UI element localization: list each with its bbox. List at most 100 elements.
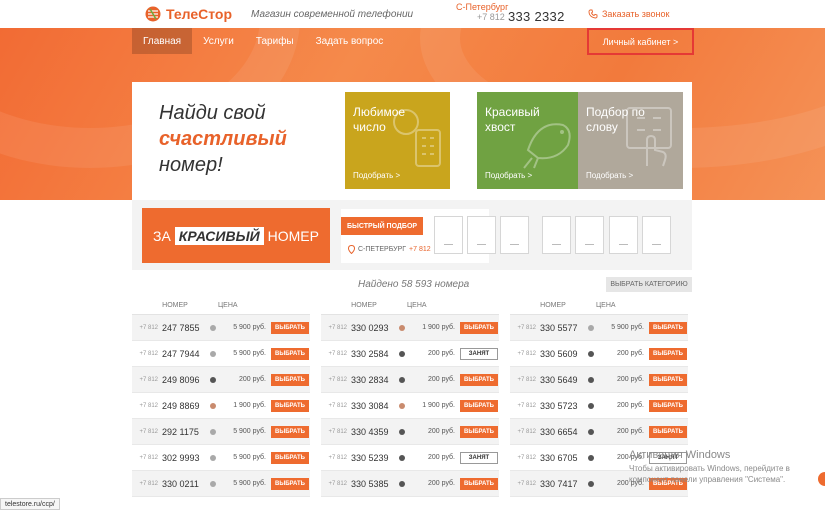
category-dot-icon [588,324,594,331]
phone-prefix-cell: +7 812 [139,324,158,331]
windows-activation-title: Активация Windows [629,449,731,461]
phone-number-cell: 247 7855 [162,322,200,333]
table-row: +7 812 330 6654 200 руб. ВЫБРАТЬ [510,419,688,445]
choose-button[interactable]: ВЫБРАТЬ [649,347,687,360]
phone-prefix-cell: +7 812 [328,376,347,383]
choose-button[interactable]: ВЫБРАТЬ [649,373,687,386]
phone-number-cell: 292 1175 [162,426,199,437]
price-cell: 200 руб. [617,350,644,357]
choose-button[interactable]: ВЫБРАТЬ [271,451,309,464]
price-cell: 1 900 руб. [233,402,266,409]
nav-item-tariffs[interactable]: Тарифы [245,28,305,54]
column-header-number: НОМЕР [351,302,377,309]
table-row: +7 812 330 5609 200 руб. ВЫБРАТЬ [510,341,688,367]
hero-line-1: Найди свой [159,102,266,124]
phone-prefix-cell: +7 812 [517,428,536,435]
phone-number-cell: 249 8096 [162,374,200,385]
table-row: +7 812 330 0293 1 900 руб. ВЫБРАТЬ [321,315,499,341]
phone-prefix: +7 812 [477,12,505,22]
phone-number-cell: 330 5649 [540,374,578,385]
hero-panel: Найди свой счастливый номер! Любимое чис… [132,82,692,200]
fast-select-city[interactable]: С-ПЕТЕРБУРГ +7 812 [348,245,431,254]
nav-item-services[interactable]: Услуги [192,28,245,54]
price-cell: 5 900 руб. [233,324,266,331]
choose-button[interactable]: ВЫБРАТЬ [649,399,687,412]
price-cell: 5 900 руб. [233,454,266,461]
tile-favorite-number[interactable]: Любимое число Подобрать > [345,92,450,189]
choose-button[interactable]: ВЫБРАТЬ [271,321,309,334]
phone-number-cell: 330 6654 [540,426,578,437]
tile-pick-link[interactable]: Подобрать > [586,171,633,180]
category-dot-icon [399,480,405,487]
table-row: +7 812 249 8096 200 руб. ВЫБРАТЬ [132,367,310,393]
phone-number-cell: 330 5239 [351,452,389,463]
choose-button[interactable]: ВЫБРАТЬ [649,321,687,334]
tile-pick-by-word[interactable]: Подбор по слову Подобрать > [578,92,683,189]
price-cell: 5 900 руб. [611,324,644,331]
tile-beautiful-tail[interactable]: Красивый хвост Подобрать > [477,92,582,189]
phone-prefix-cell: +7 812 [328,454,347,461]
logo[interactable]: ТелеСтор [145,6,232,22]
phone-prefix-cell: +7 812 [517,454,536,461]
table-row: +7 812 247 7944 5 900 руб. ВЫБРАТЬ [132,341,310,367]
choose-button[interactable]: ВЫБРАТЬ [649,425,687,438]
digit-input-3[interactable] [500,216,529,254]
phone-number-cell: 330 7417 [540,478,578,489]
price-cell: 5 900 руб. [233,428,266,435]
category-dot-icon [210,324,216,331]
nav-item-home[interactable]: Главная [132,28,193,54]
callback-link[interactable]: Заказать звонок [588,9,669,19]
table-row: +7 812 330 5723 200 руб. ВЫБРАТЬ [510,393,688,419]
personal-account-link[interactable]: Личный кабинет > [587,28,694,55]
price-cell: 1 900 руб. [422,402,455,409]
choose-button[interactable]: ВЫБРАТЬ [460,477,498,490]
table-row: +7 812 249 8869 1 900 руб. ВЫБРАТЬ [132,393,310,419]
phone-number-cell: 302 9993 [162,452,200,463]
status-bar-url: telestore.ru/ccp/ [0,498,60,510]
bird-icon [523,123,571,169]
phone-number-cell: 247 7944 [162,348,200,359]
choose-button[interactable]: ВЫБРАТЬ [460,425,498,438]
price-cell: 200 руб. [428,428,455,435]
chat-widget-button[interactable] [818,472,825,486]
digit-input-7[interactable] [642,216,671,254]
choose-button[interactable]: ВЫБРАТЬ [271,399,309,412]
choose-button[interactable]: ВЫБРАТЬ [271,477,309,490]
city-label[interactable]: С-Петербург [456,2,508,12]
choose-button[interactable]: ВЫБРАТЬ [271,373,309,386]
promo-banner[interactable]: ЗА КРАСИВЫЙ НОМЕР [142,208,330,263]
phone-prefix-cell: +7 812 [328,428,347,435]
choose-category-button[interactable]: ВЫБРАТЬ КАТЕГОРИЮ [606,277,692,292]
digit-input-1[interactable] [434,216,463,254]
digit-input-4[interactable] [542,216,571,254]
digit-input-6[interactable] [609,216,638,254]
tagline: Магазин современной телефонии [251,9,414,20]
table-row: +7 812 330 3084 1 900 руб. ВЫБРАТЬ [321,393,499,419]
digit-input-5[interactable] [575,216,604,254]
category-dot-icon [399,402,405,409]
promo-highlight: КРАСИВЫЙ [174,226,264,245]
phone-prefix-cell: +7 812 [139,454,158,461]
table-header: НОМЕР ЦЕНА [510,297,688,315]
choose-button[interactable]: ВЫБРАТЬ [271,425,309,438]
hand-touch-icon [626,107,672,167]
price-cell: 1 900 руб. [422,324,455,331]
phone-number-cell: 330 4359 [351,426,389,437]
taken-badge: ЗАНЯТ [460,451,498,464]
choose-button[interactable]: ВЫБРАТЬ [271,347,309,360]
tile-pick-link[interactable]: Подобрать > [485,171,532,180]
table-row: +7 812 330 2834 200 руб. ВЫБРАТЬ [321,367,499,393]
category-dot-icon [588,480,594,487]
category-dot-icon [399,376,405,383]
fast-city-code: +7 812 [409,246,431,253]
choose-button[interactable]: ВЫБРАТЬ [460,399,498,412]
choose-button[interactable]: ВЫБРАТЬ [460,321,498,334]
choose-button[interactable]: ВЫБРАТЬ [460,373,498,386]
category-dot-icon [210,428,216,435]
phone-prefix-cell: +7 812 [517,402,536,409]
category-dot-icon [399,350,405,357]
nav-item-ask-question[interactable]: Задать вопрос [305,28,395,54]
fast-select-tag: БЫСТРЫЙ ПОДБОР [341,217,424,235]
digit-input-2[interactable] [467,216,496,254]
tile-pick-link[interactable]: Подобрать > [353,171,400,180]
